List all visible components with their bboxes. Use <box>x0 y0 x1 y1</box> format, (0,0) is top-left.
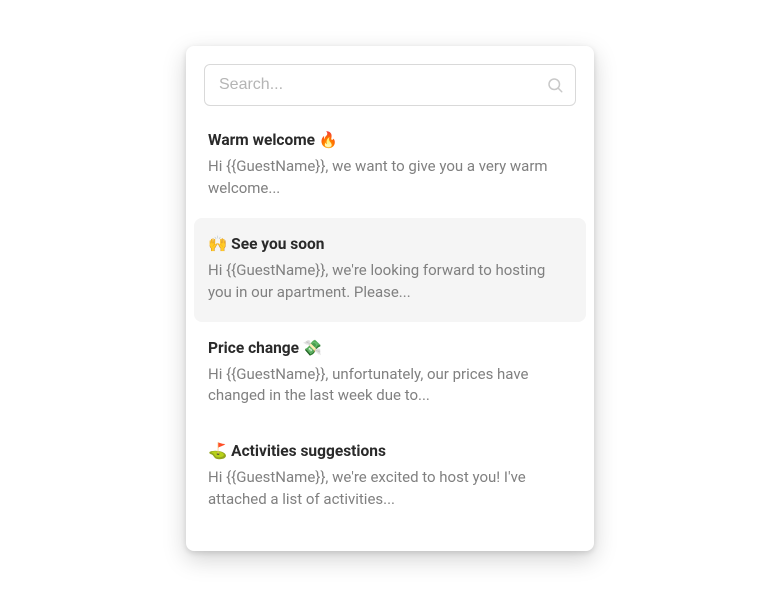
template-item[interactable]: ⛳ Activities suggestions Hi {{GuestName}… <box>186 425 594 529</box>
template-preview: Hi {{GuestName}}, we want to give you a … <box>208 156 572 200</box>
templates-list: Warm welcome 🔥 Hi {{GuestName}}, we want… <box>186 114 594 529</box>
search-input[interactable] <box>204 64 576 106</box>
templates-panel: Warm welcome 🔥 Hi {{GuestName}}, we want… <box>186 46 594 551</box>
template-preview: Hi {{GuestName}}, we're looking forward … <box>208 260 572 304</box>
search-box <box>204 64 576 106</box>
template-title: Price change 💸 <box>208 338 572 358</box>
template-item[interactable]: 🙌 See you soon Hi {{GuestName}}, we're l… <box>194 218 586 322</box>
template-preview: Hi {{GuestName}}, unfortunately, our pri… <box>208 364 572 408</box>
template-title: 🙌 See you soon <box>208 234 572 254</box>
template-title: ⛳ Activities suggestions <box>208 441 572 461</box>
template-preview: Hi {{GuestName}}, we're excited to host … <box>208 467 572 511</box>
search-container <box>186 64 594 114</box>
template-item[interactable]: Warm welcome 🔥 Hi {{GuestName}}, we want… <box>186 114 594 218</box>
template-title: Warm welcome 🔥 <box>208 130 572 150</box>
template-item[interactable]: Price change 💸 Hi {{GuestName}}, unfortu… <box>186 322 594 426</box>
